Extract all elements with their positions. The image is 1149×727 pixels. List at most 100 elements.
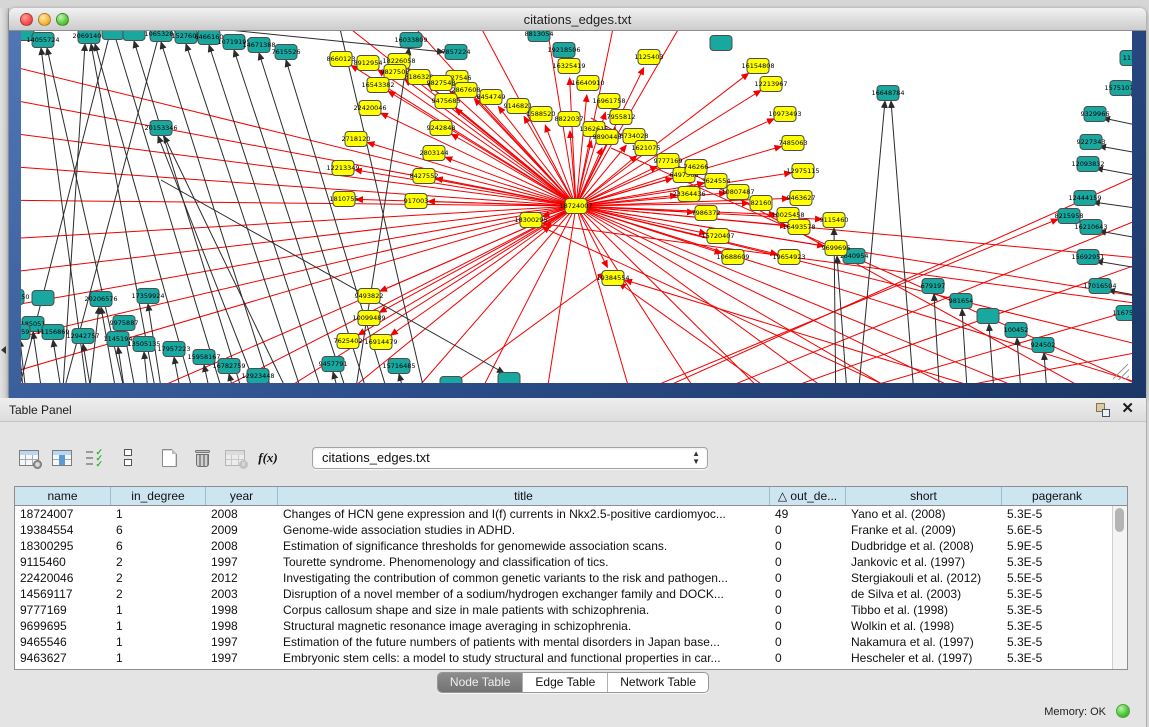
graph-node[interactable] [498, 373, 520, 384]
graph-node[interactable]: 9777169 [654, 154, 683, 169]
graph-node[interactable]: 12923448 [241, 369, 274, 384]
graph-node[interactable]: 17359924 [131, 289, 164, 304]
graph-node[interactable]: 16033809 [394, 33, 427, 48]
table-row[interactable]: 911546021997Tourette syndrome. Phenomeno… [15, 554, 1112, 570]
graph-node[interactable]: 9115460 [820, 213, 849, 228]
graph-node[interactable]: 1112 [1120, 51, 1132, 66]
graph-node[interactable]: 12093832 [1071, 157, 1104, 172]
column-header-year[interactable]: year [206, 487, 278, 505]
graph-node[interactable]: 8660123 [327, 52, 356, 67]
graph-node[interactable]: 8912954 [354, 56, 383, 71]
graph-node[interactable]: 1125403 [635, 50, 664, 65]
graph-node[interactable]: 917003 [404, 194, 429, 209]
graph-node[interactable]: 2718120 [342, 132, 371, 147]
graph-node[interactable] [977, 309, 999, 324]
graph-node[interactable]: 981654 [949, 294, 974, 309]
network-window-titlebar[interactable]: citations_edges.txt [9, 8, 1146, 31]
scrollbar-thumb[interactable] [1115, 508, 1124, 532]
graph-node[interactable]: 17957223 [157, 342, 190, 357]
graph-node[interactable]: 8813054 [525, 31, 554, 42]
graph-node[interactable]: 8215958 [1055, 209, 1084, 224]
graph-node[interactable]: 1588520 [527, 107, 556, 122]
graph-node[interactable]: 12213967 [754, 77, 787, 92]
table-row[interactable]: 1456911722003Disruption of a novel membe… [15, 586, 1112, 602]
create-column-button[interactable] [156, 446, 182, 470]
table-vertical-scrollbar[interactable] [1112, 506, 1127, 669]
close-panel-icon[interactable]: ✕ [1121, 401, 1134, 417]
show-column-button[interactable] [49, 446, 75, 470]
graph-node[interactable]: 1621075 [632, 141, 661, 156]
graph-node[interactable]: 20153346 [144, 121, 177, 136]
graph-node[interactable]: 1167533 [1113, 306, 1132, 321]
graph-node[interactable]: 7857224 [442, 45, 471, 60]
tab-network-table[interactable]: Network Table [608, 673, 708, 692]
table-row[interactable]: 1872400712008Changes of HCN gene express… [15, 506, 1112, 522]
table-row[interactable]: 969969511998Structural magnetic resonanc… [15, 618, 1112, 634]
table-row[interactable]: 946362711997Embryonic stem cells: a mode… [15, 650, 1112, 666]
graph-node[interactable]: 8454749 [477, 90, 506, 105]
graph-node[interactable]: 9493822 [355, 289, 384, 304]
tab-node-table[interactable]: Node Table [438, 673, 524, 692]
delete-column-button[interactable] [189, 446, 215, 470]
graph-node[interactable]: 7986372 [692, 206, 721, 221]
graph-node[interactable]: 7625402 [334, 334, 363, 349]
graph-node[interactable] [32, 291, 54, 306]
graph-node[interactable]: 39159 [21, 325, 30, 340]
graph-node[interactable]: 82160 [750, 196, 772, 211]
graph-node[interactable]: 9457791 [319, 357, 348, 372]
table-row[interactable]: 946554611997Estimation of the future num… [15, 634, 1112, 650]
graph-node[interactable]: 20691406 [72, 31, 105, 44]
graph-node[interactable]: 16640910 [571, 76, 604, 91]
graph-node[interactable]: 7955812 [607, 110, 636, 125]
graph-node[interactable]: 12444159 [1068, 191, 1101, 206]
column-header-in-degree[interactable]: in_degree [111, 487, 206, 505]
table-selector-dropdown[interactable]: citations_edges.txt ▲▼ [312, 447, 708, 469]
graph-node[interactable]: 16648784 [871, 86, 904, 101]
graph-node[interactable]: 9329966 [1081, 107, 1110, 122]
float-panel-icon[interactable] [1096, 403, 1110, 417]
graph-node[interactable]: 17016504 [1083, 279, 1116, 294]
change-table-mode-button[interactable] [16, 446, 42, 470]
column-header-title[interactable]: title [278, 487, 770, 505]
table-row[interactable]: 2242004622012Investigating the contribut… [15, 570, 1112, 586]
column-header-pagerank[interactable]: pagerank [1002, 487, 1112, 505]
window-resize-grip[interactable] [1113, 364, 1129, 380]
graph-node[interactable]: 9475685 [432, 94, 461, 109]
graph-node[interactable]: 7485063 [779, 136, 808, 151]
graph-node[interactable]: 9242848 [427, 121, 456, 136]
graph-node[interactable]: 16154808 [741, 59, 774, 74]
graph-node[interactable] [102, 31, 124, 40]
graph-node[interactable]: 12975115 [786, 164, 819, 179]
column-header-short[interactable]: short [846, 487, 1002, 505]
graph-node[interactable]: 679197 [921, 279, 946, 294]
graph-node[interactable]: 10099489 [352, 311, 385, 326]
graph-node[interactable]: 19654923 [772, 250, 805, 265]
graph-node[interactable]: 15716485 [382, 359, 415, 374]
table-row[interactable]: 977716911998Corpus callosum shape and si… [15, 602, 1112, 618]
table-row[interactable]: 1938455462009Genome-wide association stu… [15, 522, 1112, 538]
graph-node[interactable]: 12213349 [326, 161, 359, 176]
graph-node[interactable] [440, 377, 462, 384]
graph-node[interactable]: 8427552 [410, 169, 439, 184]
control-panel-splitter[interactable] [0, 8, 9, 398]
graph-node[interactable]: 16325419 [552, 59, 585, 74]
graph-node[interactable]: 9463627 [787, 191, 816, 206]
tab-edge-table[interactable]: Edge Table [523, 673, 608, 692]
graph-node[interactable]: 9975887 [110, 316, 139, 331]
graph-node[interactable]: 15751074 [1104, 81, 1132, 96]
graph-node[interactable]: 9699695 [822, 241, 851, 256]
graph-node[interactable]: 746266 [684, 160, 709, 175]
graph-node[interactable]: 19384554 [596, 271, 629, 286]
function-builder-button[interactable]: f(x) [255, 446, 281, 470]
graph-node[interactable]: 7615526 [272, 45, 301, 60]
graph-node[interactable]: 924502 [1031, 338, 1056, 353]
graph-node[interactable]: 9890448 [593, 130, 622, 145]
column-header-name[interactable]: name [15, 487, 111, 505]
splitter-collapse-left-icon[interactable] [1, 346, 6, 354]
graph-node[interactable]: 16961758 [592, 94, 625, 109]
network-canvas[interactable]: 1405572420691406106532871527602646616010… [21, 31, 1132, 383]
graph-node[interactable]: 100452 [1004, 323, 1029, 338]
graph-node[interactable]: 3624554 [702, 174, 731, 189]
graph-node[interactable]: 19218506 [547, 43, 580, 58]
column-header-out-degree-sorted[interactable]: △ out_de... [770, 487, 846, 505]
